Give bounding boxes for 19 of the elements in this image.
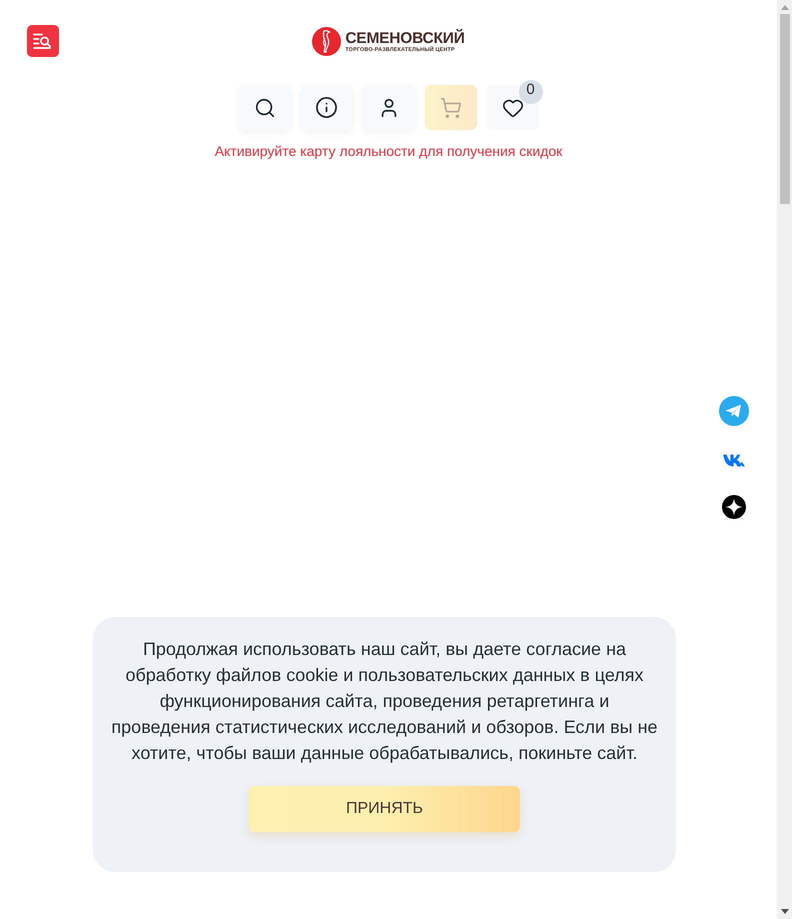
scroll-up-icon[interactable]: [780, 5, 788, 10]
cookie-message: Продолжая использовать наш сайт, вы даете согласие на обработку файлов cookie и пользовательских данных в целях функционирования сайта, проведения ретаргетинга и проведения статистических исследований и обзоров. Если вы не хотите, чтобы ваши данные обрабатывались, покиньте сайт.: [111, 638, 658, 765]
scrollbar-track[interactable]: [777, 0, 792, 919]
paper-plane-icon[interactable]: [719, 396, 749, 426]
info-icon: [315, 96, 338, 119]
menu-search-button[interactable]: [27, 25, 59, 57]
vk-icon[interactable]: [723, 454, 745, 467]
count-badge: 0: [518, 80, 542, 104]
star-circle-icon[interactable]: [722, 495, 746, 519]
scrollbar-thumb[interactable]: [780, 14, 790, 204]
figure-emblem-icon: [312, 27, 342, 56]
search-icon: [254, 96, 276, 118]
logo-title: СЕМЕНОВСКИЙ: [345, 30, 465, 46]
cart-icon: [440, 96, 462, 118]
loyalty-notice: Активируйте карту лояльности для получения скидок: [214, 143, 562, 159]
list-search-icon: [33, 33, 53, 49]
scroll-down-icon[interactable]: [780, 909, 788, 914]
accept-button[interactable]: ПРИНЯТЬ: [249, 786, 520, 832]
favorites-button[interactable]: 0: [486, 80, 542, 130]
